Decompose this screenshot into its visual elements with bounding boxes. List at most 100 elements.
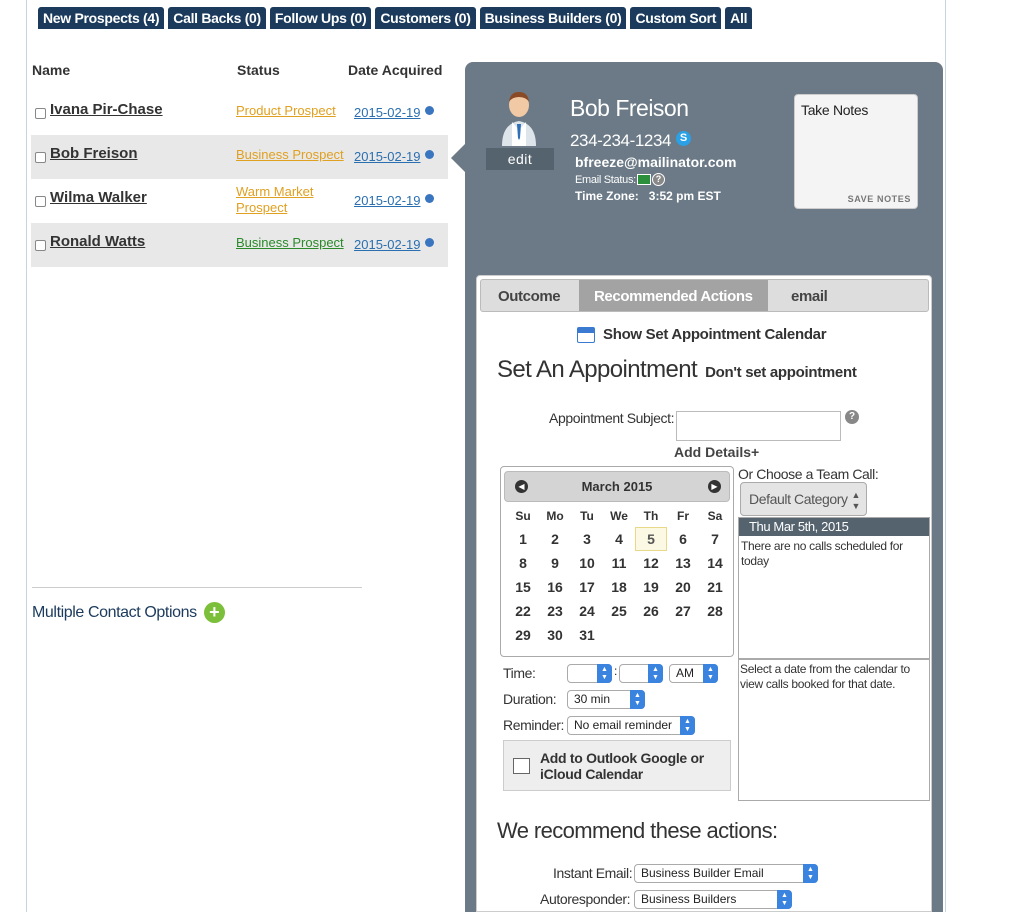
row-checkbox[interactable] [35,196,46,207]
calendar-day[interactable]: 7 [699,527,731,551]
show-calendar-link[interactable]: Show Set Appointment Calendar [577,326,827,343]
contact-date[interactable]: 2015-02-19 [354,105,421,120]
ampm-select[interactable]: AM ▲ ▼ [669,664,718,683]
contact-name-link[interactable]: Ronald Watts [50,233,145,250]
select-arrows-icon: ▲ ▼ [630,690,645,709]
plus-circle-icon[interactable]: + [203,602,225,623]
add-details-link[interactable]: Add Details+ [674,444,759,460]
calendar-day[interactable]: 8 [507,551,539,575]
calendar-day[interactable]: 30 [539,623,571,647]
calendar-day[interactable]: 11 [603,551,635,575]
skype-icon[interactable]: S [676,131,691,146]
calendar-day[interactable]: 23 [539,599,571,623]
contact-date[interactable]: 2015-02-19 [354,149,421,164]
hour-select[interactable]: ▲ ▼ [567,664,612,683]
table-row[interactable]: Ronald Watts Business Prospect 2015-02-1… [31,223,448,267]
calendar-day[interactable]: 15 [507,575,539,599]
calendar-day[interactable]: 20 [667,575,699,599]
contact-date[interactable]: 2015-02-19 [354,193,421,208]
contact-status[interactable]: Warm Market Prospect [236,184,326,216]
calendar-day[interactable]: 16 [539,575,571,599]
appointment-subject-label: Appointment Subject: [549,410,675,426]
contact-date[interactable]: 2015-02-19 [354,237,421,252]
team-category-value: Default Category [749,491,848,507]
notes-textarea[interactable]: Take Notes SAVE NOTES [794,94,918,209]
tab-custom-sort[interactable]: Custom Sort [630,7,722,29]
select-arrows-icon: ▲ ▼ [648,664,663,683]
reminder-select[interactable]: No email reminder ▲ ▼ [567,716,695,735]
contact-status[interactable]: Business Prospect [236,235,346,251]
dont-set-appointment-link[interactable]: Don't set appointment [705,364,857,381]
contact-email[interactable]: bfreeze@mailinator.com [575,154,736,170]
time-zone-label: Time Zone: [575,189,639,203]
autoresponder-select[interactable]: Business Builders ▲ ▼ [634,890,792,909]
row-checkbox[interactable] [35,240,46,251]
row-checkbox[interactable] [35,152,46,163]
calendar-dow: We [610,509,628,523]
select-arrows-icon: ▲ ▼ [703,664,718,683]
calendar-day[interactable]: 17 [571,575,603,599]
calendar-day[interactable]: 1 [507,527,539,551]
calendar-day[interactable]: 29 [507,623,539,647]
save-notes-button[interactable]: SAVE NOTES [848,194,911,204]
tab-email[interactable]: email [791,280,828,311]
minute-select[interactable]: ▲ ▼ [619,664,663,683]
row-checkbox[interactable] [35,108,46,119]
calendar-day[interactable]: 26 [635,599,667,623]
calls-hint-box: Select a date from the calendar to view … [738,659,930,801]
calendar-day[interactable]: 27 [667,599,699,623]
calendar-header: ◀ March 2015 ▶ [504,471,730,502]
contact-status[interactable]: Business Prospect [236,147,346,163]
help-icon[interactable]: ? [651,173,665,186]
help-icon[interactable]: ? [845,410,859,424]
calendar-day[interactable]: 14 [699,551,731,575]
tab-outcome[interactable]: Outcome [498,280,561,311]
calendar-day[interactable]: 28 [699,599,731,623]
calendar-day[interactable]: 12 [635,551,667,575]
calendar-day[interactable]: 18 [603,575,635,599]
calendar-day[interactable]: 22 [507,599,539,623]
tab-follow-ups[interactable]: Follow Ups (0) [269,7,372,29]
table-row[interactable]: Bob Freison Business Prospect 2015-02-19 [31,135,448,179]
calendar-day[interactable]: 19 [635,575,667,599]
contact-name-link[interactable]: Ivana Pir-Chase [50,101,163,118]
calendar-day[interactable]: 13 [667,551,699,575]
calendar-day[interactable]: 9 [539,551,571,575]
table-row[interactable]: Ivana Pir-Chase Product Prospect 2015-02… [31,91,448,135]
tab-customers[interactable]: Customers (0) [375,7,476,29]
tab-call-backs[interactable]: Call Backs (0) [168,7,266,29]
appointment-subject-input[interactable] [676,411,841,441]
calendar-day[interactable]: 6 [667,527,699,551]
table-row[interactable]: Wilma Walker Warm Market Prospect 2015-0… [31,179,448,223]
calendar-day[interactable]: 24 [571,599,603,623]
calendar-day[interactable]: 21 [699,575,731,599]
tab-recommended-actions[interactable]: Recommended Actions [579,280,768,311]
duration-value: 30 min [574,692,611,706]
calendar-dow: Su [515,509,531,523]
reminder-value: No email reminder [574,718,673,732]
instant-email-select[interactable]: Business Builder Email ▲ ▼ [634,864,818,883]
calendar-day[interactable]: 25 [603,599,635,623]
tab-new-prospects[interactable]: New Prospects (4) [38,7,165,29]
calendar-day[interactable]: 3 [571,527,603,551]
contact-name-link[interactable]: Wilma Walker [50,189,147,206]
tab-all[interactable]: All [725,7,753,29]
contact-status[interactable]: Product Prospect [236,103,346,119]
add-to-calendar-button[interactable]: Add to Outlook Google or iCloud Calendar [503,740,731,791]
calendar-day[interactable]: 2 [539,527,571,551]
calendar-week-row: 1234567 [507,527,731,551]
edit-contact-button[interactable]: edit [486,148,554,170]
contact-name-link[interactable]: Bob Freison [50,145,138,162]
team-category-select[interactable]: Default Category ▲ ▼ [740,482,867,516]
calendar-day[interactable]: 4 [603,527,635,551]
select-arrows-icon: ▲ ▼ [680,716,695,735]
calendar-day[interactable]: 10 [571,551,603,575]
tab-business-builders[interactable]: Business Builders (0) [479,7,627,29]
calendar-day[interactable]: 5 [635,527,667,551]
calendar-day[interactable]: 31 [571,623,603,647]
duration-select[interactable]: 30 min ▲ ▼ [567,690,645,709]
next-month-icon[interactable]: ▶ [708,480,721,493]
contact-full-name: Bob Freison [570,95,689,121]
multiple-contact-options[interactable]: Multiple Contact Options + [32,602,225,623]
calendar-week-row: 29 30 31 [507,623,731,647]
